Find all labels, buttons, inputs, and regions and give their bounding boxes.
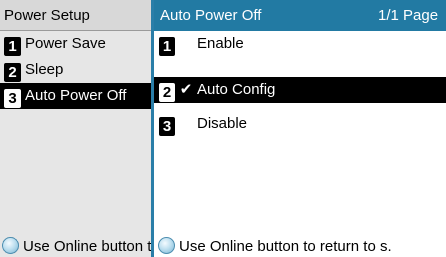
option-number-badge: 1 (159, 37, 175, 56)
page-title: Auto Power Off (160, 7, 262, 24)
page-indicator: 1/1 Page (378, 7, 439, 24)
power-setup-title: Power Setup (0, 0, 153, 31)
auto-power-off-panel: Auto Power Off 1/1 Page 1 Enable 2 ✔ Auto C… (154, 0, 446, 257)
online-button-icon[interactable] (158, 237, 175, 254)
auto-power-off-header: Auto Power Off 1/1 Page (154, 0, 446, 31)
option-number-badge: 2 (159, 83, 175, 102)
option-label: Disable (197, 115, 248, 132)
menu-item-label: Auto Power Off (25, 87, 127, 104)
item-number-badge: 2 (4, 63, 21, 82)
menu-item-label: Power Save (25, 35, 106, 52)
option-auto-config[interactable]: 2 ✔ Auto Config (154, 77, 446, 103)
menu-item-power-save[interactable]: 1 Power Save (0, 31, 153, 57)
option-label: Auto Config (197, 81, 276, 98)
menu-item-auto-power-off[interactable]: 3 Auto Power Off (0, 83, 153, 109)
option-disable[interactable]: 3 Disable (154, 111, 446, 137)
right-footer-hint: Use Online button to return to s. (154, 236, 446, 257)
power-setup-panel: Power Setup 1 Power Save 2 Sleep 3 Auto Pow… (0, 0, 153, 257)
online-button-icon (2, 237, 19, 254)
footer-hint-text: Use Online button to return to s. (179, 238, 392, 255)
check-icon: ✔ (179, 81, 193, 98)
item-number-badge: 1 (4, 37, 21, 56)
item-number-badge: 3 (4, 89, 21, 108)
option-enable[interactable]: 1 Enable (154, 31, 446, 57)
option-number-badge: 3 (159, 117, 175, 136)
menu-item-sleep[interactable]: 2 Sleep (0, 57, 153, 83)
footer-hint-text: Use Online button to return to s. (23, 238, 153, 255)
menu-item-label: Sleep (25, 61, 64, 78)
left-footer-hint: Use Online button to return to s. (0, 236, 153, 257)
option-label: Enable (197, 35, 244, 52)
